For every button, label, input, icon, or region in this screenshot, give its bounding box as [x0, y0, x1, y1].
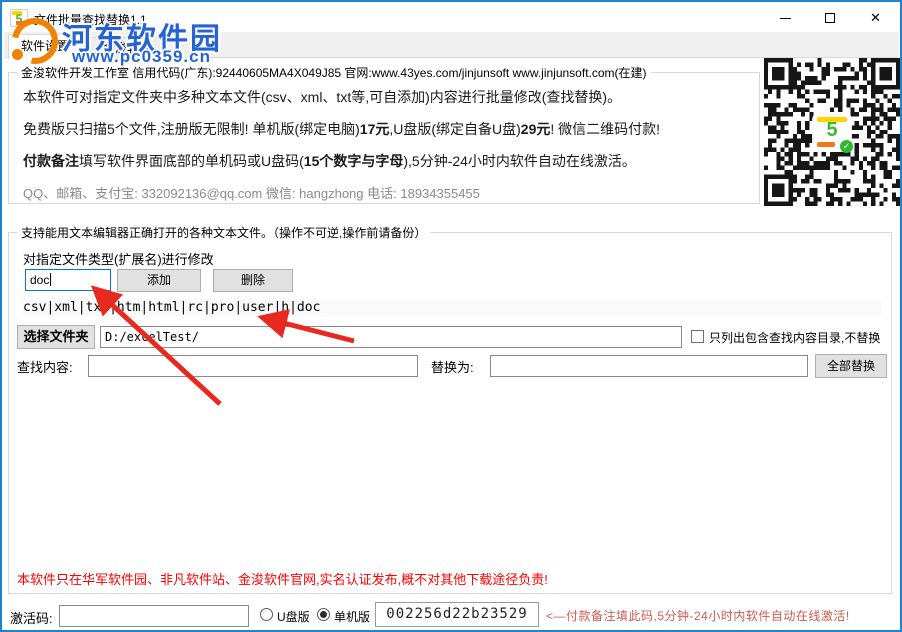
logo-orange-bar	[16, 21, 26, 25]
qr-check-badge-icon: ✓	[840, 140, 853, 153]
extension-list: csv|xml|txt|htm|html|rc|pro|user|h|doc	[23, 299, 881, 317]
extension-section-label: 对指定文件类型(扩展名)进行修改	[23, 252, 214, 267]
standalone-version-radio[interactable]	[317, 608, 330, 621]
title-bar: 5 文件批量查找替换1.1 ✕	[4, 4, 898, 32]
delete-extension-button[interactable]: 删除	[213, 269, 293, 292]
qr-code: 5 ✓	[764, 58, 900, 206]
minimize-icon	[780, 18, 791, 19]
maximize-icon	[825, 13, 835, 23]
list-only-checkbox[interactable]	[691, 330, 704, 343]
tab-software-settings[interactable]: 软件设置	[8, 34, 83, 59]
qr-logo-orange-bar	[817, 142, 835, 147]
app-window: 5 文件批量查找替换1.1 ✕ 软件设置 金浚软件 金浚软件开发工作室 信用代码…	[0, 0, 902, 632]
info-line-contact: QQ、邮箱、支付宝: 332092136@qq.com 微信: hangzhon…	[23, 186, 480, 201]
choose-folder-button[interactable]: 选择文件夹	[17, 325, 95, 349]
activation-code-input[interactable]	[59, 605, 249, 627]
add-extension-button[interactable]: 添加	[117, 269, 201, 292]
main-groupbox: 支持能用文本编辑器正确打开的各种文本文件。（操作不可逆,操作前请备份） 对指定文…	[8, 224, 892, 594]
tab-jinjun-software[interactable]: 金浚软件	[90, 37, 165, 58]
info-line-description: 本软件可对指定文件夹中多种文本文件(csv、xml、txt等,可自添加)内容进行…	[23, 89, 622, 105]
payment-note-text: <—付款备注填此码,5分钟-24小时内软件自动在线激活!	[546, 609, 850, 623]
info-line-payment-note: 付款备注填写软件界面底部的单机码或U盘码(15个数字与字母),5分钟-24小时内…	[23, 153, 636, 169]
replace-label: 替换为:	[431, 360, 474, 375]
extension-input[interactable]: doc	[25, 269, 111, 291]
machine-code-box: 002256d22b23529	[375, 602, 539, 627]
usb-version-radio-label: U盘版	[277, 610, 310, 624]
radio-selected-dot	[320, 611, 327, 618]
minimize-button[interactable]	[763, 4, 808, 32]
tab-page: 金浚软件开发工作室 信用代码(广东):92440605MA4X049J85 官网…	[4, 58, 900, 628]
qr-logo-glyph: 5	[826, 119, 838, 141]
activation-code-label: 激活码:	[10, 611, 53, 626]
standalone-version-radio-label: 单机版	[334, 610, 371, 624]
qr-center-logo-icon: 5 ✓	[814, 114, 853, 153]
main-groupbox-legend: 支持能用文本编辑器正确打开的各种文本文件。（操作不可逆,操作前请备份）	[17, 224, 431, 241]
info-groupbox-legend: 金浚软件开发工作室 信用代码(广东):92440605MA4X049J85 官网…	[17, 64, 651, 81]
text-caret	[50, 273, 52, 286]
usb-version-radio[interactable]	[260, 608, 273, 621]
info-line-pricing: 免费版只扫描5个文件,注册版无限制! 单机版(绑定电脑)17元,U盘版(绑定自备…	[23, 121, 661, 137]
distribution-warning-text: 本软件只在华军软件园、非凡软件站、金浚软件官网,实名认证发布,概不对其他下载途径…	[17, 572, 548, 587]
close-button[interactable]: ✕	[853, 4, 898, 32]
tab-strip: 软件设置 金浚软件	[4, 32, 898, 59]
window-controls: ✕	[763, 4, 898, 32]
window-title: 文件批量查找替换1.1	[34, 13, 147, 27]
info-groupbox: 金浚软件开发工作室 信用代码(广东):92440605MA4X049J85 官网…	[8, 64, 760, 204]
find-label: 查找内容:	[17, 360, 73, 375]
find-input[interactable]	[88, 355, 418, 377]
replace-all-button[interactable]: 全部替换	[815, 354, 887, 378]
replace-input[interactable]	[490, 355, 808, 377]
folder-path-input[interactable]: D:/excelTest/	[100, 326, 682, 348]
close-icon: ✕	[870, 10, 881, 25]
app-logo-icon: 5	[10, 9, 28, 27]
list-only-checkbox-label: 只列出包含查找内容目录,不替换	[709, 331, 881, 345]
maximize-button[interactable]	[808, 4, 853, 32]
